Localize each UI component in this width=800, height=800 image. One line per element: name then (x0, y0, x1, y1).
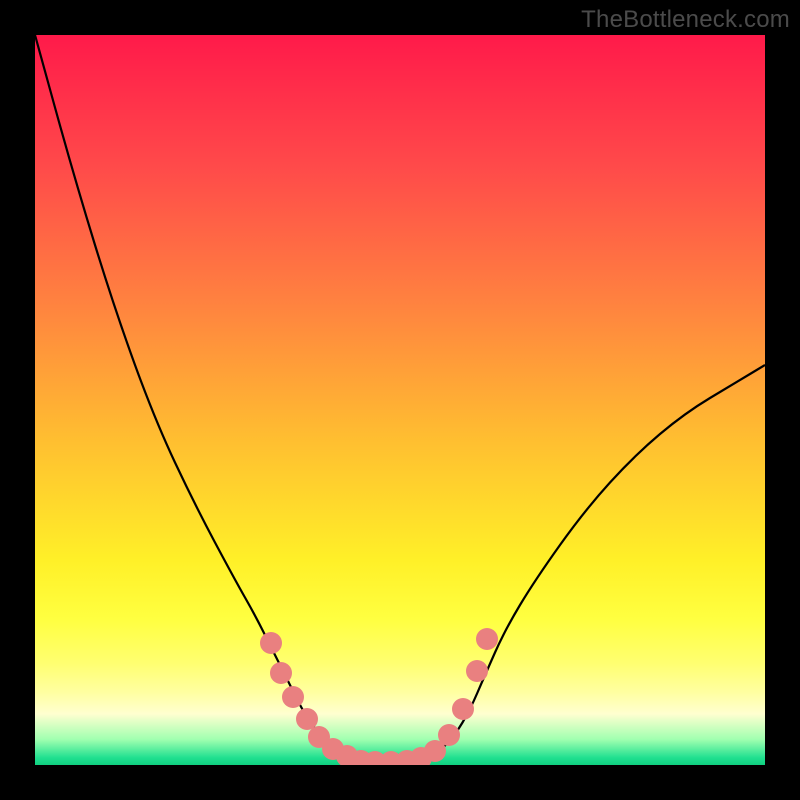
marker-dot (466, 660, 488, 682)
chart-svg (35, 35, 765, 765)
marker-dot (270, 662, 292, 684)
watermark-text: TheBottleneck.com (581, 6, 790, 34)
marker-group (260, 628, 498, 765)
curve-left-arm (35, 35, 350, 757)
marker-dot (282, 686, 304, 708)
curve-right-arm (425, 365, 765, 758)
marker-dot (452, 698, 474, 720)
marker-dot (476, 628, 498, 650)
marker-dot (296, 708, 318, 730)
marker-dot (260, 632, 282, 654)
plot-area (35, 35, 765, 765)
marker-dot (438, 724, 460, 746)
